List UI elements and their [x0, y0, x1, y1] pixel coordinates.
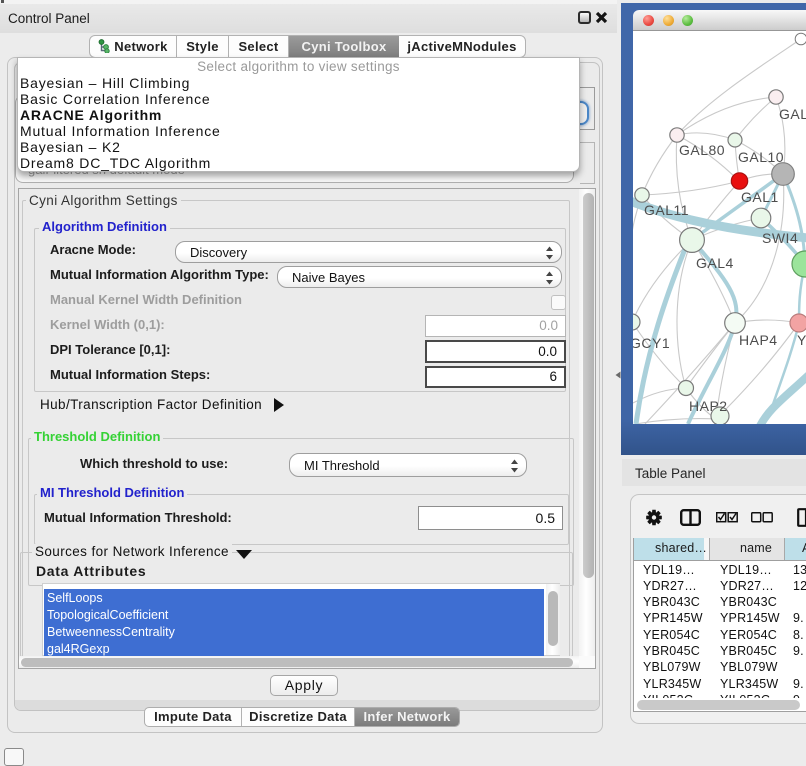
svg-text:Y: Y	[797, 332, 806, 348]
svg-text:GAL10: GAL10	[738, 149, 784, 165]
svg-text:GCY1: GCY1	[633, 335, 670, 351]
svg-text:GAL4: GAL4	[696, 255, 734, 271]
svg-text:SWI4: SWI4	[762, 230, 798, 246]
svg-text:GAL1: GAL1	[741, 189, 779, 205]
svg-text:HAP2: HAP2	[689, 398, 728, 414]
svg-text:GAL7: GAL7	[779, 106, 806, 122]
svg-text:GAL11: GAL11	[644, 202, 689, 218]
svg-text:GAL80: GAL80	[679, 142, 725, 158]
svg-text:HAP4: HAP4	[739, 332, 778, 348]
